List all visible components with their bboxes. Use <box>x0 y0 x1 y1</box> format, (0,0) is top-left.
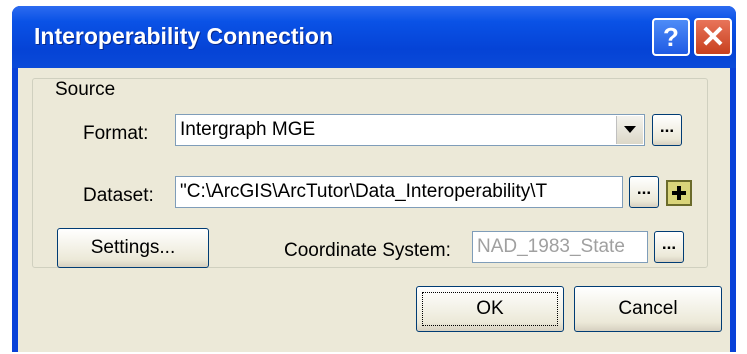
help-icon: ? <box>663 21 679 52</box>
coordinate-system-field: NAD_1983_State <box>472 231 648 263</box>
format-browse-button[interactable]: ... <box>652 114 682 146</box>
format-dropdown-button[interactable] <box>616 116 643 144</box>
settings-button[interactable]: Settings... <box>57 228 209 268</box>
cancel-button[interactable]: Cancel <box>574 286 722 332</box>
format-label: Format: <box>83 123 149 144</box>
format-value: Intergraph MGE <box>180 119 316 140</box>
title-bar[interactable]: Interoperability Connection ? ✕ <box>12 6 736 68</box>
ok-button[interactable]: OK <box>416 286 564 332</box>
close-icon: ✕ <box>700 20 726 54</box>
window-title: Interoperability Connection <box>34 23 334 49</box>
close-button[interactable]: ✕ <box>694 18 732 56</box>
format-select[interactable]: Intergraph MGE <box>175 114 645 146</box>
coordinate-browse-button[interactable]: ... <box>654 231 684 263</box>
dataset-input[interactable]: "C:\ArcGIS\ArcTutor\Data_Interoperabilit… <box>175 176 623 208</box>
add-icon[interactable] <box>666 180 692 206</box>
help-button[interactable]: ? <box>652 18 690 56</box>
dataset-browse-button[interactable]: ... <box>629 176 659 208</box>
dialog-body: Source Format: Intergraph MGE ... Datase… <box>18 68 730 352</box>
dialog-window: Interoperability Connection ? ✕ Source F… <box>12 6 736 352</box>
source-legend: Source <box>53 79 118 101</box>
coordinate-system-label: Coordinate System: <box>284 240 451 261</box>
focus-rect <box>422 292 558 326</box>
dataset-label: Dataset: <box>83 185 154 206</box>
chevron-down-icon <box>624 126 636 133</box>
